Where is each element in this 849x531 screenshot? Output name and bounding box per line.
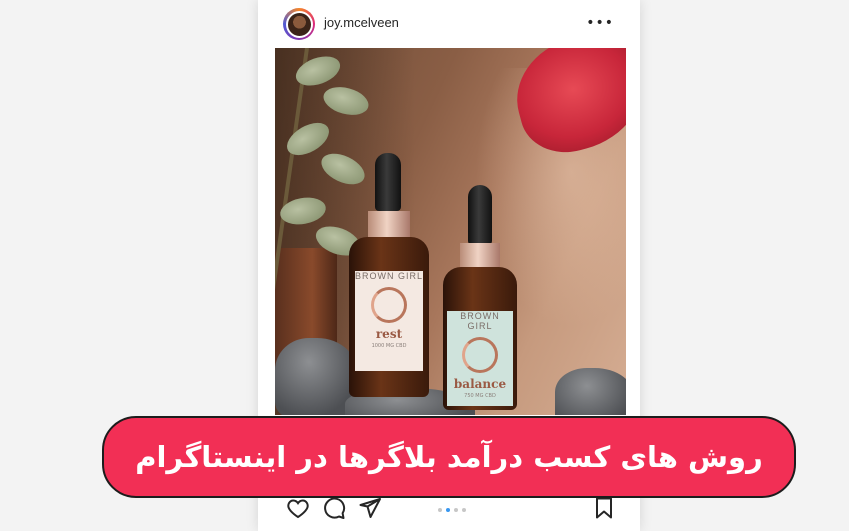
product-bottle-balance: BROWN GIRL balance 750 MG CBD [443,185,517,410]
product-dose: 1000 MG CBD [371,343,407,349]
comment-icon[interactable] [322,496,346,520]
more-horizontal-icon[interactable]: ••• [586,15,614,31]
brand-logo [462,337,498,373]
product-name: balance [453,377,507,391]
title-banner: روش های کسب درآمد بلاگرها در اینستاگرام [102,416,796,498]
brand-text: BROWN GIRL [460,311,500,331]
heart-icon[interactable] [286,496,310,520]
product-bottle-rest: BROWN GIRL rest 1000 MG CBD [349,153,429,403]
brand-text: BROWN GIRL [355,271,424,281]
username[interactable]: joy.mcelveen [324,15,399,30]
carousel-indicator [438,508,466,512]
product-dose: 750 MG CBD [464,393,496,399]
post-photo: BROWN GIRL rest 1000 MG CBD BROWN GIRL b… [275,48,626,415]
product-name: rest [375,327,403,341]
bookmark-icon[interactable] [592,496,616,520]
post-header: joy.mcelveen ••• [258,0,640,48]
avatar[interactable] [283,8,315,40]
banner-title: روش های کسب درآمد بلاگرها در اینستاگرام [135,440,763,474]
send-icon[interactable] [358,496,382,520]
brand-logo [371,287,407,323]
post-actions [258,496,640,526]
